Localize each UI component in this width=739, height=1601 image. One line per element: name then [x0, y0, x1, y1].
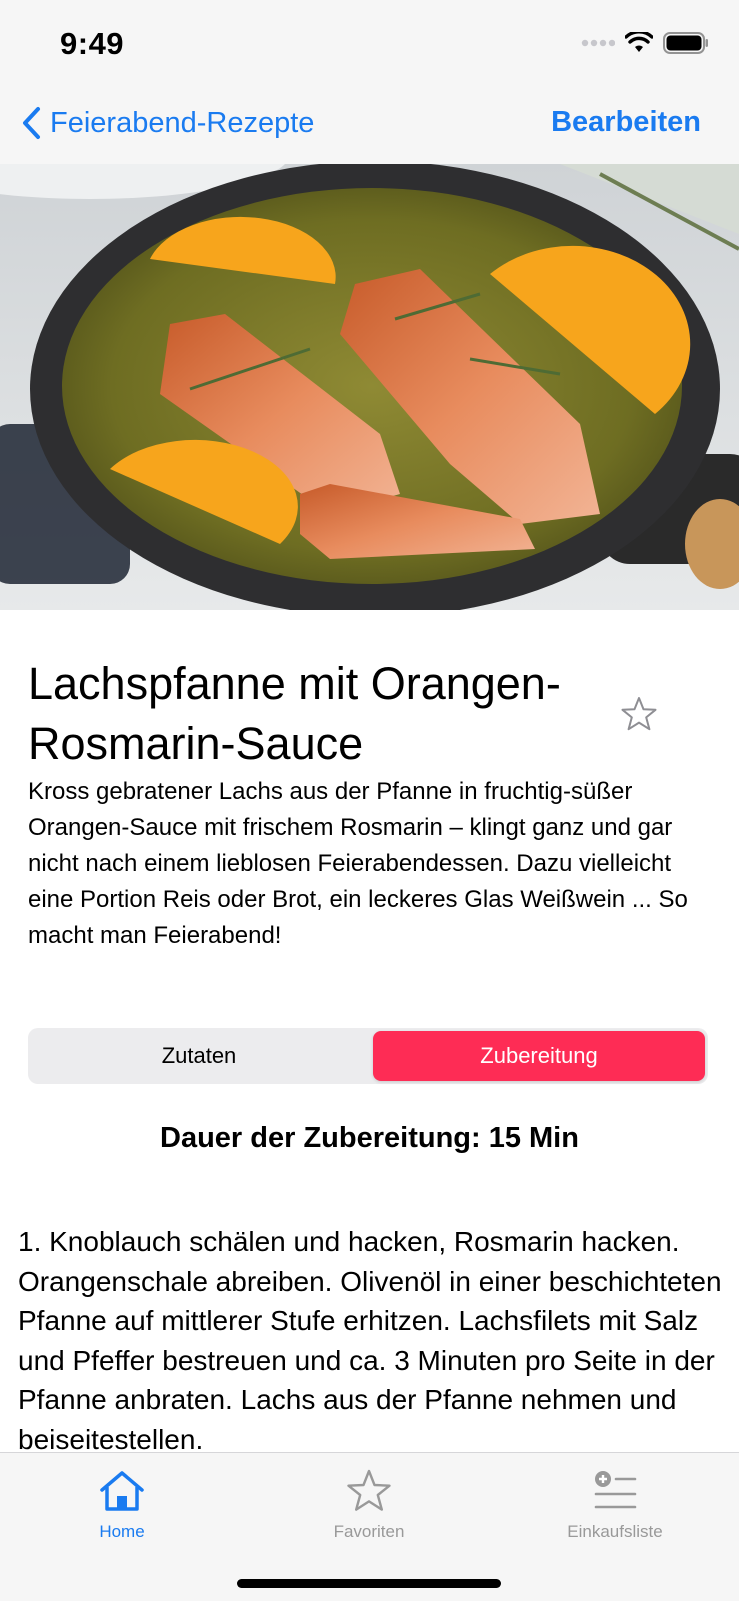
favorite-star-icon[interactable]	[620, 696, 658, 732]
signal-icon	[581, 39, 615, 47]
tab-home-label: Home	[99, 1522, 145, 1541]
status-icons	[581, 32, 709, 54]
list-add-icon	[594, 1471, 637, 1509]
tab-home[interactable]: Home	[42, 1469, 202, 1542]
navigation-bar: Feierabend-Rezepte Bearbeiten	[0, 88, 739, 165]
segment-preparation[interactable]: Zubereitung	[373, 1031, 705, 1081]
tab-shopping-list-label: Einkaufsliste	[567, 1522, 663, 1541]
home-indicator	[237, 1579, 501, 1588]
battery-icon	[663, 32, 708, 54]
wifi-icon	[625, 32, 653, 52]
back-button[interactable]: Feierabend-Rezepte	[20, 106, 314, 140]
recipe-image	[0, 164, 739, 610]
status-time: 9:49	[60, 26, 125, 61]
segment-ingredients[interactable]: Zutaten	[31, 1031, 367, 1081]
edit-button[interactable]: Bearbeiten	[551, 106, 701, 139]
back-button-label: Feierabend-Rezepte	[50, 106, 315, 139]
segmented-control: Zutaten Zubereitung	[28, 1028, 708, 1084]
chevron-left-icon	[23, 107, 40, 139]
star-icon	[347, 1469, 391, 1511]
preparation-step: 1. Knoblauch schälen und hacken, Rosmari…	[18, 1226, 722, 1455]
recipe-title: Lachspfanne mit Orangen-Rosmarin-Sauce	[28, 658, 561, 769]
tab-favorites[interactable]: Favoriten	[289, 1469, 449, 1542]
tab-shopping-list[interactable]: Einkaufsliste	[535, 1469, 695, 1542]
house-icon	[100, 1471, 144, 1511]
recipe-description: Kross gebratener Lachs aus der Pfanne in…	[28, 778, 688, 949]
tab-favorites-label: Favoriten	[333, 1522, 405, 1541]
preparation-duration: Dauer der Zubereitung: 15 Min	[160, 1122, 579, 1154]
status-bar: 9:49	[0, 0, 739, 88]
